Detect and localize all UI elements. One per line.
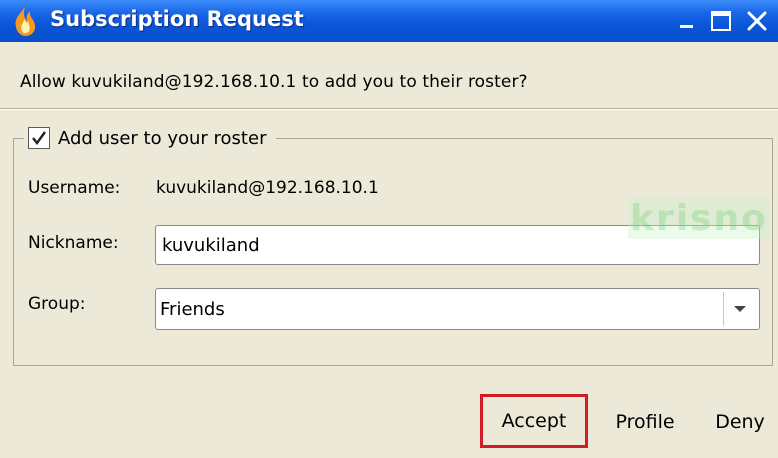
- accept-button[interactable]: Accept: [480, 394, 588, 448]
- deny-button[interactable]: Deny: [712, 405, 768, 439]
- flame-icon: [15, 7, 36, 36]
- add-to-roster-label[interactable]: Add user to your roster: [58, 128, 266, 149]
- group-dropdown-button[interactable]: [723, 292, 755, 326]
- username-value: kuvukiland@192.168.10.1: [156, 178, 379, 198]
- checkmark-icon: [32, 131, 46, 145]
- group-select[interactable]: Friends: [155, 288, 760, 330]
- maximize-icon[interactable]: [708, 8, 734, 34]
- subscription-prompt: Allow kuvukiland@192.168.10.1 to add you…: [20, 72, 528, 92]
- watermark: krisno: [628, 198, 770, 239]
- add-to-roster-checkbox[interactable]: [28, 127, 50, 149]
- separator: [0, 108, 778, 110]
- chevron-down-icon: [733, 306, 746, 312]
- username-label: Username:: [28, 178, 121, 198]
- nickname-label: Nickname:: [28, 233, 119, 253]
- title-bar: Subscription Request: [0, 0, 778, 42]
- minimize-icon[interactable]: [674, 8, 700, 34]
- window-title: Subscription Request: [50, 7, 304, 31]
- close-icon[interactable]: [744, 8, 770, 34]
- group-label: Group:: [28, 294, 86, 314]
- group-selected-value: Friends: [160, 299, 225, 320]
- roster-group-legend: Add user to your roster: [24, 122, 277, 154]
- profile-button[interactable]: Profile: [612, 405, 678, 439]
